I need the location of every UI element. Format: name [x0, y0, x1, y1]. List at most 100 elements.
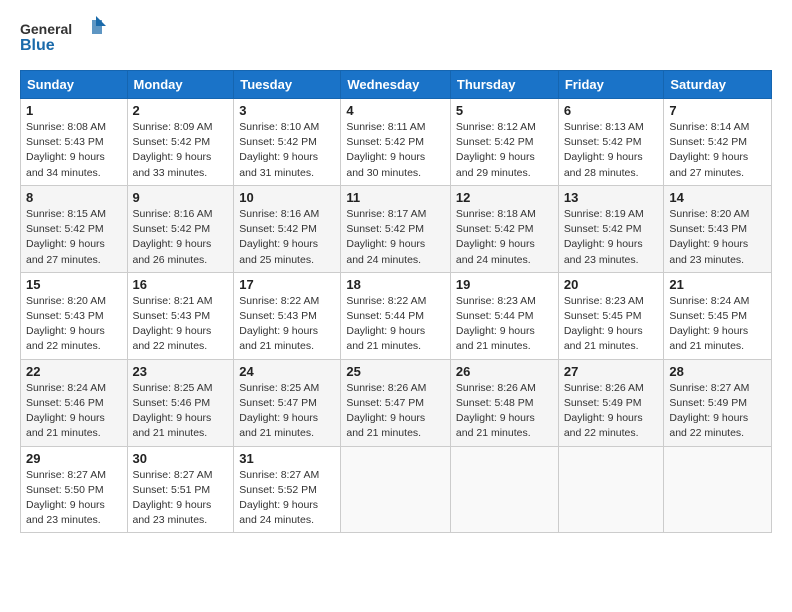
- day-header-monday: Monday: [127, 71, 234, 99]
- calendar-cell: 13 Sunrise: 8:19 AMSunset: 5:42 PMDayligh…: [558, 185, 664, 272]
- svg-text:General: General: [20, 21, 72, 37]
- day-info: Sunrise: 8:21 AMSunset: 5:43 PMDaylight:…: [133, 294, 229, 355]
- calendar-cell: [341, 446, 451, 533]
- calendar-cell: 25 Sunrise: 8:26 AMSunset: 5:47 PMDayligh…: [341, 359, 451, 446]
- calendar-cell: 23 Sunrise: 8:25 AMSunset: 5:46 PMDayligh…: [127, 359, 234, 446]
- day-number: 3: [239, 103, 335, 118]
- day-header-thursday: Thursday: [450, 71, 558, 99]
- calendar-cell: 27 Sunrise: 8:26 AMSunset: 5:49 PMDayligh…: [558, 359, 664, 446]
- day-info: Sunrise: 8:17 AMSunset: 5:42 PMDaylight:…: [346, 207, 445, 268]
- day-header-sunday: Sunday: [21, 71, 128, 99]
- day-info: Sunrise: 8:22 AMSunset: 5:44 PMDaylight:…: [346, 294, 445, 355]
- page: General Blue SundayMondayTuesdayWednesda…: [0, 0, 792, 549]
- day-info: Sunrise: 8:25 AMSunset: 5:46 PMDaylight:…: [133, 381, 229, 442]
- day-info: Sunrise: 8:25 AMSunset: 5:47 PMDaylight:…: [239, 381, 335, 442]
- day-number: 12: [456, 190, 553, 205]
- day-number: 30: [133, 451, 229, 466]
- calendar-cell: 8 Sunrise: 8:15 AMSunset: 5:42 PMDaylight…: [21, 185, 128, 272]
- day-number: 7: [669, 103, 766, 118]
- day-number: 29: [26, 451, 122, 466]
- day-number: 24: [239, 364, 335, 379]
- day-info: Sunrise: 8:23 AMSunset: 5:44 PMDaylight:…: [456, 294, 553, 355]
- day-number: 10: [239, 190, 335, 205]
- day-info: Sunrise: 8:14 AMSunset: 5:42 PMDaylight:…: [669, 120, 766, 181]
- day-number: 19: [456, 277, 553, 292]
- day-info: Sunrise: 8:13 AMSunset: 5:42 PMDaylight:…: [564, 120, 659, 181]
- calendar-header-row: SundayMondayTuesdayWednesdayThursdayFrid…: [21, 71, 772, 99]
- day-info: Sunrise: 8:10 AMSunset: 5:42 PMDaylight:…: [239, 120, 335, 181]
- day-info: Sunrise: 8:16 AMSunset: 5:42 PMDaylight:…: [133, 207, 229, 268]
- day-info: Sunrise: 8:24 AMSunset: 5:45 PMDaylight:…: [669, 294, 766, 355]
- calendar-week-4: 22Sunrise: 8:24 AMSunset: 5:46 PMDayligh…: [21, 359, 772, 446]
- day-info: Sunrise: 8:27 AMSunset: 5:51 PMDaylight:…: [133, 468, 229, 529]
- day-number: 14: [669, 190, 766, 205]
- day-number: 6: [564, 103, 659, 118]
- day-info: Sunrise: 8:08 AMSunset: 5:43 PMDaylight:…: [26, 120, 122, 181]
- calendar-week-2: 8 Sunrise: 8:15 AMSunset: 5:42 PMDaylight…: [21, 185, 772, 272]
- day-info: Sunrise: 8:24 AMSunset: 5:46 PMDaylight:…: [26, 381, 122, 442]
- day-info: Sunrise: 8:11 AMSunset: 5:42 PMDaylight:…: [346, 120, 445, 181]
- day-number: 17: [239, 277, 335, 292]
- day-info: Sunrise: 8:15 AMSunset: 5:42 PMDaylight:…: [26, 207, 122, 268]
- day-number: 11: [346, 190, 445, 205]
- day-info: Sunrise: 8:22 AMSunset: 5:43 PMDaylight:…: [239, 294, 335, 355]
- calendar-cell: 17 Sunrise: 8:22 AMSunset: 5:43 PMDayligh…: [234, 272, 341, 359]
- day-info: Sunrise: 8:20 AMSunset: 5:43 PMDaylight:…: [669, 207, 766, 268]
- day-number: 23: [133, 364, 229, 379]
- calendar-cell: 31 Sunrise: 8:27 AMSunset: 5:52 PMDayligh…: [234, 446, 341, 533]
- calendar-cell: 19 Sunrise: 8:23 AMSunset: 5:44 PMDayligh…: [450, 272, 558, 359]
- day-number: 16: [133, 277, 229, 292]
- day-number: 28: [669, 364, 766, 379]
- calendar-cell: 4 Sunrise: 8:11 AMSunset: 5:42 PMDaylight…: [341, 99, 451, 186]
- day-header-wednesday: Wednesday: [341, 71, 451, 99]
- calendar-cell: 24 Sunrise: 8:25 AMSunset: 5:47 PMDayligh…: [234, 359, 341, 446]
- day-info: Sunrise: 8:26 AMSunset: 5:47 PMDaylight:…: [346, 381, 445, 442]
- day-number: 5: [456, 103, 553, 118]
- calendar-cell: [558, 446, 664, 533]
- day-number: 31: [239, 451, 335, 466]
- calendar-cell: 7 Sunrise: 8:14 AMSunset: 5:42 PMDaylight…: [664, 99, 772, 186]
- day-number: 9: [133, 190, 229, 205]
- day-number: 1: [26, 103, 122, 118]
- day-number: 27: [564, 364, 659, 379]
- calendar-week-5: 29Sunrise: 8:27 AMSunset: 5:50 PMDayligh…: [21, 446, 772, 533]
- calendar-cell: 20 Sunrise: 8:23 AMSunset: 5:45 PMDayligh…: [558, 272, 664, 359]
- calendar-cell: 30 Sunrise: 8:27 AMSunset: 5:51 PMDayligh…: [127, 446, 234, 533]
- calendar-cell: 28 Sunrise: 8:27 AMSunset: 5:49 PMDayligh…: [664, 359, 772, 446]
- day-info: Sunrise: 8:09 AMSunset: 5:42 PMDaylight:…: [133, 120, 229, 181]
- day-number: 4: [346, 103, 445, 118]
- logo-area: General Blue: [20, 16, 110, 60]
- calendar-cell: 29Sunrise: 8:27 AMSunset: 5:50 PMDayligh…: [21, 446, 128, 533]
- day-info: Sunrise: 8:16 AMSunset: 5:42 PMDaylight:…: [239, 207, 335, 268]
- day-info: Sunrise: 8:27 AMSunset: 5:49 PMDaylight:…: [669, 381, 766, 442]
- calendar-cell: 16 Sunrise: 8:21 AMSunset: 5:43 PMDayligh…: [127, 272, 234, 359]
- day-number: 2: [133, 103, 229, 118]
- day-info: Sunrise: 8:12 AMSunset: 5:42 PMDaylight:…: [456, 120, 553, 181]
- calendar-cell: 26Sunrise: 8:26 AMSunset: 5:48 PMDayligh…: [450, 359, 558, 446]
- calendar-cell: 1 Sunrise: 8:08 AMSunset: 5:43 PMDaylight…: [21, 99, 128, 186]
- day-info: Sunrise: 8:18 AMSunset: 5:42 PMDaylight:…: [456, 207, 553, 268]
- day-info: Sunrise: 8:23 AMSunset: 5:45 PMDaylight:…: [564, 294, 659, 355]
- calendar-table: SundayMondayTuesdayWednesdayThursdayFrid…: [20, 70, 772, 533]
- day-header-saturday: Saturday: [664, 71, 772, 99]
- svg-text:Blue: Blue: [20, 37, 55, 54]
- day-info: Sunrise: 8:26 AMSunset: 5:48 PMDaylight:…: [456, 381, 553, 442]
- day-number: 13: [564, 190, 659, 205]
- day-number: 8: [26, 190, 122, 205]
- day-number: 20: [564, 277, 659, 292]
- calendar-cell: [450, 446, 558, 533]
- day-info: Sunrise: 8:19 AMSunset: 5:42 PMDaylight:…: [564, 207, 659, 268]
- day-info: Sunrise: 8:26 AMSunset: 5:49 PMDaylight:…: [564, 381, 659, 442]
- day-info: Sunrise: 8:27 AMSunset: 5:52 PMDaylight:…: [239, 468, 335, 529]
- calendar-week-3: 15 Sunrise: 8:20 AMSunset: 5:43 PMDayligh…: [21, 272, 772, 359]
- day-info: Sunrise: 8:20 AMSunset: 5:43 PMDaylight:…: [26, 294, 122, 355]
- calendar-cell: 14 Sunrise: 8:20 AMSunset: 5:43 PMDayligh…: [664, 185, 772, 272]
- calendar-cell: 3 Sunrise: 8:10 AMSunset: 5:42 PMDaylight…: [234, 99, 341, 186]
- day-number: 18: [346, 277, 445, 292]
- header: General Blue: [20, 16, 772, 60]
- calendar-cell: 11 Sunrise: 8:17 AMSunset: 5:42 PMDayligh…: [341, 185, 451, 272]
- calendar-cell: 21Sunrise: 8:24 AMSunset: 5:45 PMDayligh…: [664, 272, 772, 359]
- day-number: 15: [26, 277, 122, 292]
- calendar-cell: [664, 446, 772, 533]
- day-number: 25: [346, 364, 445, 379]
